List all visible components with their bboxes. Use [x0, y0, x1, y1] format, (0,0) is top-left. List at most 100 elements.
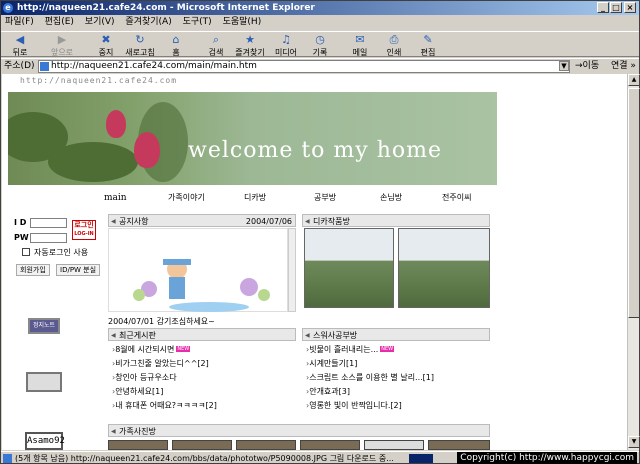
notice-scrollbar[interactable]: [288, 228, 296, 312]
mail-button[interactable]: ✉ 메일: [345, 34, 375, 58]
address-input[interactable]: http://naqueen21.cafe24.com/main/main.ht…: [38, 60, 570, 73]
edit-icon: ✎: [423, 33, 433, 46]
menu-bar: 파일(F) 편집(E) 보기(V) 즐겨찾기(A) 도구(T) 도움말(H): [1, 15, 639, 30]
scroll-down-icon[interactable]: ▼: [628, 436, 640, 448]
photo-thumb[interactable]: [236, 440, 296, 450]
search-icon: ⌕: [212, 33, 220, 46]
list-item[interactable]: 시계만들기[1]: [306, 357, 434, 371]
list-item[interactable]: 비가그친줄 알았는디^^[2]: [112, 357, 217, 371]
favorites-button[interactable]: ★ 즐겨찾기: [235, 34, 265, 58]
page-icon: [40, 62, 49, 71]
browser-window: e http://naqueen21.cafe24.com - Microsof…: [0, 0, 640, 464]
nav-jeonju[interactable]: 전주이씨: [442, 190, 471, 206]
dica-header: 디카작품방: [302, 214, 490, 228]
star-icon: ★: [245, 33, 255, 46]
study-board-list: 빗물이 흘러내리는...NEW 시계만들기[1] 스크립트 소스를 이용한 별 …: [306, 343, 434, 413]
join-button[interactable]: 회원가입: [16, 264, 50, 276]
banner-welcome-text: welcome to my home: [188, 138, 442, 163]
find-idpw-button[interactable]: ID/PW 분실: [56, 264, 101, 276]
pw-input[interactable]: [30, 233, 67, 243]
stop-icon: ✖: [101, 33, 111, 46]
notice-line[interactable]: 2004/07/01 감기조심하세요~: [108, 316, 215, 327]
notice-header: 공지사항 2004/07/06: [108, 214, 296, 228]
printer-icon: ⎙: [389, 33, 399, 46]
nav-main[interactable]: main: [104, 190, 127, 206]
list-item[interactable]: 영롱한 빛이 반짝입니다.[2]: [306, 399, 434, 413]
left-column: I D PW 로그인 LOG-IN 자동로그인 사용 회원가입 ID/PW 분실…: [8, 214, 101, 450]
nav-family[interactable]: 가족이야기: [168, 190, 205, 206]
nav-study[interactable]: 공부방: [314, 190, 336, 206]
edit-button[interactable]: ✎ 편집: [413, 34, 443, 58]
auto-login-checkbox[interactable]: 자동로그인 사용: [22, 247, 88, 258]
photo-thumb[interactable]: [364, 440, 424, 450]
list-item[interactable]: 안개효과[3]: [306, 385, 434, 399]
photo-thumb[interactable]: [108, 440, 168, 450]
photo-thumb[interactable]: [172, 440, 232, 450]
note-badge[interactable]: 정지노트: [28, 318, 60, 334]
site-url-text: http://naqueen21.cafe24.com: [20, 76, 178, 85]
login-button[interactable]: 로그인 LOG-IN: [72, 220, 96, 240]
print-button[interactable]: ⎙ 인쇄: [379, 34, 409, 58]
banner-leaf: [48, 142, 138, 182]
photo-thumb[interactable]: [428, 440, 490, 450]
dica-photo[interactable]: [398, 228, 490, 308]
ie-logo-icon: e: [3, 3, 13, 13]
forward-arrow-icon: ▶: [57, 33, 67, 46]
list-item[interactable]: 안녕하세요[1]: [112, 385, 217, 399]
scroll-up-icon[interactable]: ▲: [628, 74, 640, 86]
nav-camera[interactable]: 디카방: [244, 190, 266, 206]
list-item[interactable]: 스크립트 소스를 이용한 별 날리...[1]: [306, 371, 434, 385]
list-item[interactable]: 내 휴대폰 어때요?ㅋㅋㅋㅋ[2]: [112, 399, 217, 413]
stop-button[interactable]: ✖ 중지: [91, 34, 121, 58]
notice-illustration: [133, 259, 270, 312]
forward-button[interactable]: ▶ 앞으로: [47, 34, 77, 58]
family-photo-thumbs: [108, 440, 490, 450]
menu-file[interactable]: 파일(F): [1, 15, 38, 30]
menu-edit[interactable]: 편집(E): [41, 15, 78, 30]
list-item[interactable]: 빗물이 흘러내리는...NEW: [306, 343, 434, 357]
menu-help[interactable]: 도움말(H): [219, 15, 266, 30]
copyright-text: Copyright(c) http://www.happycgi.com: [457, 452, 637, 464]
id-input[interactable]: [30, 218, 67, 228]
close-button[interactable]: ×: [624, 2, 636, 13]
menu-favorites[interactable]: 즐겨찾기(A): [121, 15, 175, 30]
history-button[interactable]: ◷ 기록: [305, 34, 335, 58]
back-button[interactable]: ◀ 뒤로: [5, 34, 35, 58]
address-label: 주소(D): [4, 61, 35, 71]
nav-guest[interactable]: 손님방: [380, 190, 402, 206]
refresh-button[interactable]: ↻ 새로고침: [125, 34, 155, 58]
photo-thumb[interactable]: [300, 440, 360, 450]
search-button[interactable]: ⌕ 검색: [201, 34, 231, 58]
dica-photo[interactable]: [304, 228, 394, 308]
new-badge: NEW: [380, 346, 395, 352]
minimize-button[interactable]: _: [597, 2, 609, 13]
page-loading-icon: [3, 454, 12, 463]
recent-board-header: 최근게시판: [108, 328, 296, 342]
list-item[interactable]: 8월에 시간되시면NEW: [112, 343, 217, 357]
media-button[interactable]: ♫ 미디어: [271, 34, 301, 58]
links-button[interactable]: 연결 »: [611, 59, 636, 74]
asamo-badge[interactable]: Asamo92: [25, 432, 65, 450]
page-viewport: http://naqueen21.cafe24.com welcome to m…: [2, 74, 627, 450]
family-photo-header: 가족사진방: [108, 424, 490, 438]
pw-label: PW: [14, 233, 29, 242]
banner-flower: [134, 132, 160, 168]
history-icon: ◷: [315, 33, 325, 46]
address-dropdown-icon[interactable]: ▼: [559, 61, 569, 71]
menu-tools[interactable]: 도구(T): [179, 15, 216, 30]
go-button[interactable]: →이동: [575, 59, 599, 74]
id-label: I D: [14, 218, 27, 227]
scroll-thumb[interactable]: [628, 88, 640, 318]
maximize-button[interactable]: □: [610, 2, 622, 13]
title-bar: e http://naqueen21.cafe24.com - Microsof…: [1, 1, 639, 15]
address-url: http://naqueen21.cafe24.com/main/main.ht…: [51, 61, 257, 71]
list-item[interactable]: 창인아 등규우소다: [112, 371, 217, 385]
home-button[interactable]: ⌂ 홈: [161, 34, 191, 58]
new-badge: NEW: [176, 346, 191, 352]
frame-badge[interactable]: [26, 372, 62, 392]
menu-view[interactable]: 보기(V): [81, 15, 119, 30]
welcome-banner: welcome to my home: [8, 92, 497, 185]
back-arrow-icon: ◀: [15, 33, 25, 46]
vertical-scrollbar[interactable]: ▲ ▼: [627, 74, 640, 450]
toolbar: ◀ 뒤로 ▶ 앞으로 ✖ 중지 ↻ 새로고침 ⌂ 홈 ⌕ 검색 ★ 즐겨찾기 ♫ 미디어 ◷ 기록…: [1, 31, 639, 57]
